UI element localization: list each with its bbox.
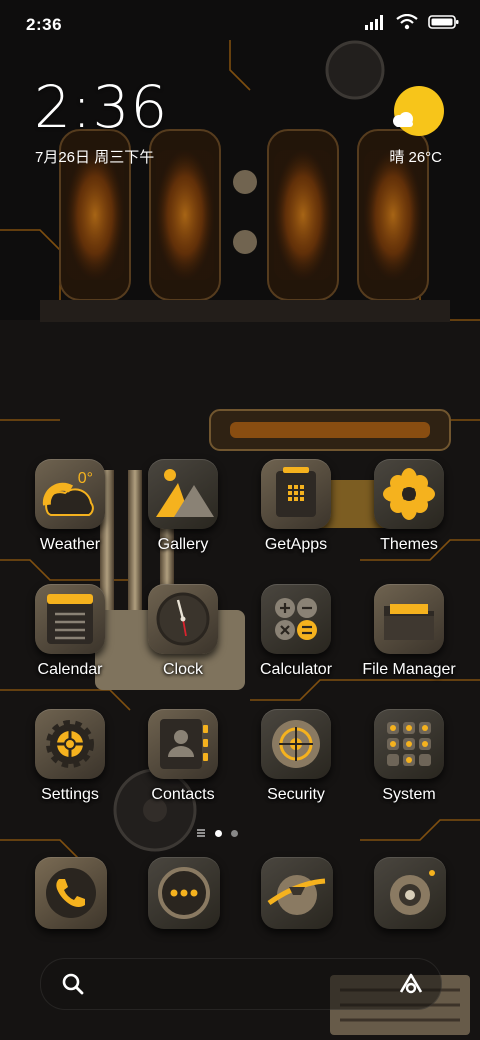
page-indicator[interactable] bbox=[196, 828, 238, 838]
camera-icon bbox=[390, 870, 435, 915]
dock-messages[interactable] bbox=[148, 857, 220, 929]
clock-widget-time[interactable]: 2:36 bbox=[34, 78, 168, 136]
clock-app-icon bbox=[148, 584, 218, 654]
status-time: 2:36 bbox=[26, 15, 63, 34]
wifi-icon bbox=[396, 14, 418, 30]
signal-icon bbox=[365, 15, 383, 30]
app-themes[interactable]: Themes bbox=[354, 459, 464, 554]
browser-icon bbox=[267, 875, 326, 915]
dock-phone[interactable] bbox=[35, 857, 107, 929]
app-weather[interactable]: 0° Weather bbox=[15, 459, 125, 554]
app-label-system: System bbox=[382, 786, 436, 803]
gallery-app-icon bbox=[148, 459, 218, 529]
app-label-weather: Weather bbox=[39, 536, 101, 553]
status-icons bbox=[364, 14, 460, 30]
app-getapps[interactable]: GetApps bbox=[241, 459, 351, 554]
search-bar[interactable] bbox=[40, 958, 442, 1010]
system-folder-icon bbox=[374, 709, 444, 779]
calendar-app-icon bbox=[35, 584, 105, 654]
app-label-calculator: Calculator bbox=[259, 661, 333, 678]
app-system-folder[interactable]: System bbox=[354, 709, 464, 804]
contacts-app-icon bbox=[148, 709, 218, 779]
weather-badge: 0° bbox=[78, 470, 93, 487]
phone-icon bbox=[46, 868, 96, 918]
app-label-file-manager: File Manager bbox=[362, 661, 456, 678]
weather-sun-icon[interactable] bbox=[390, 84, 444, 138]
app-security[interactable]: Security bbox=[241, 709, 351, 804]
app-label-gallery: Gallery bbox=[157, 536, 209, 553]
search-icon[interactable] bbox=[61, 972, 85, 996]
settings-app-icon bbox=[35, 709, 105, 779]
app-label-clock: Clock bbox=[162, 661, 203, 678]
assistant-icon[interactable] bbox=[397, 972, 425, 996]
app-gallery[interactable]: Gallery bbox=[128, 459, 238, 554]
app-label-calendar: Calendar bbox=[37, 661, 103, 678]
weather-app-icon: 0° bbox=[35, 459, 105, 529]
app-calculator[interactable]: Calculator bbox=[241, 584, 351, 679]
app-label-settings: Settings bbox=[41, 786, 99, 803]
status-bar: 2:36 bbox=[0, 0, 480, 50]
dock-browser[interactable] bbox=[261, 857, 333, 929]
app-contacts[interactable]: Contacts bbox=[128, 709, 238, 804]
app-calendar[interactable]: Calendar bbox=[15, 584, 125, 679]
app-label-themes: Themes bbox=[380, 536, 438, 553]
dock-camera[interactable] bbox=[374, 857, 446, 929]
themes-app-icon bbox=[374, 459, 444, 529]
file-manager-app-icon bbox=[374, 584, 444, 654]
calculator-app-icon bbox=[261, 584, 331, 654]
app-file-manager[interactable]: File Manager bbox=[354, 584, 464, 679]
app-label-getapps: GetApps bbox=[264, 536, 328, 553]
weather-widget-text: 晴 26°C bbox=[389, 149, 442, 166]
app-settings[interactable]: Settings bbox=[15, 709, 125, 804]
menu-lines-icon bbox=[197, 829, 205, 837]
battery-icon bbox=[428, 15, 459, 29]
security-app-icon bbox=[261, 709, 331, 779]
getapps-app-icon bbox=[261, 459, 331, 529]
page-dot-active bbox=[215, 829, 222, 837]
app-clock[interactable]: Clock bbox=[128, 584, 238, 679]
page-dot bbox=[231, 829, 238, 837]
messages-icon bbox=[158, 867, 210, 919]
app-label-contacts: Contacts bbox=[151, 786, 215, 803]
app-label-security: Security bbox=[267, 786, 325, 803]
clock-widget-date: 7月26日 周三下午 bbox=[35, 149, 155, 166]
